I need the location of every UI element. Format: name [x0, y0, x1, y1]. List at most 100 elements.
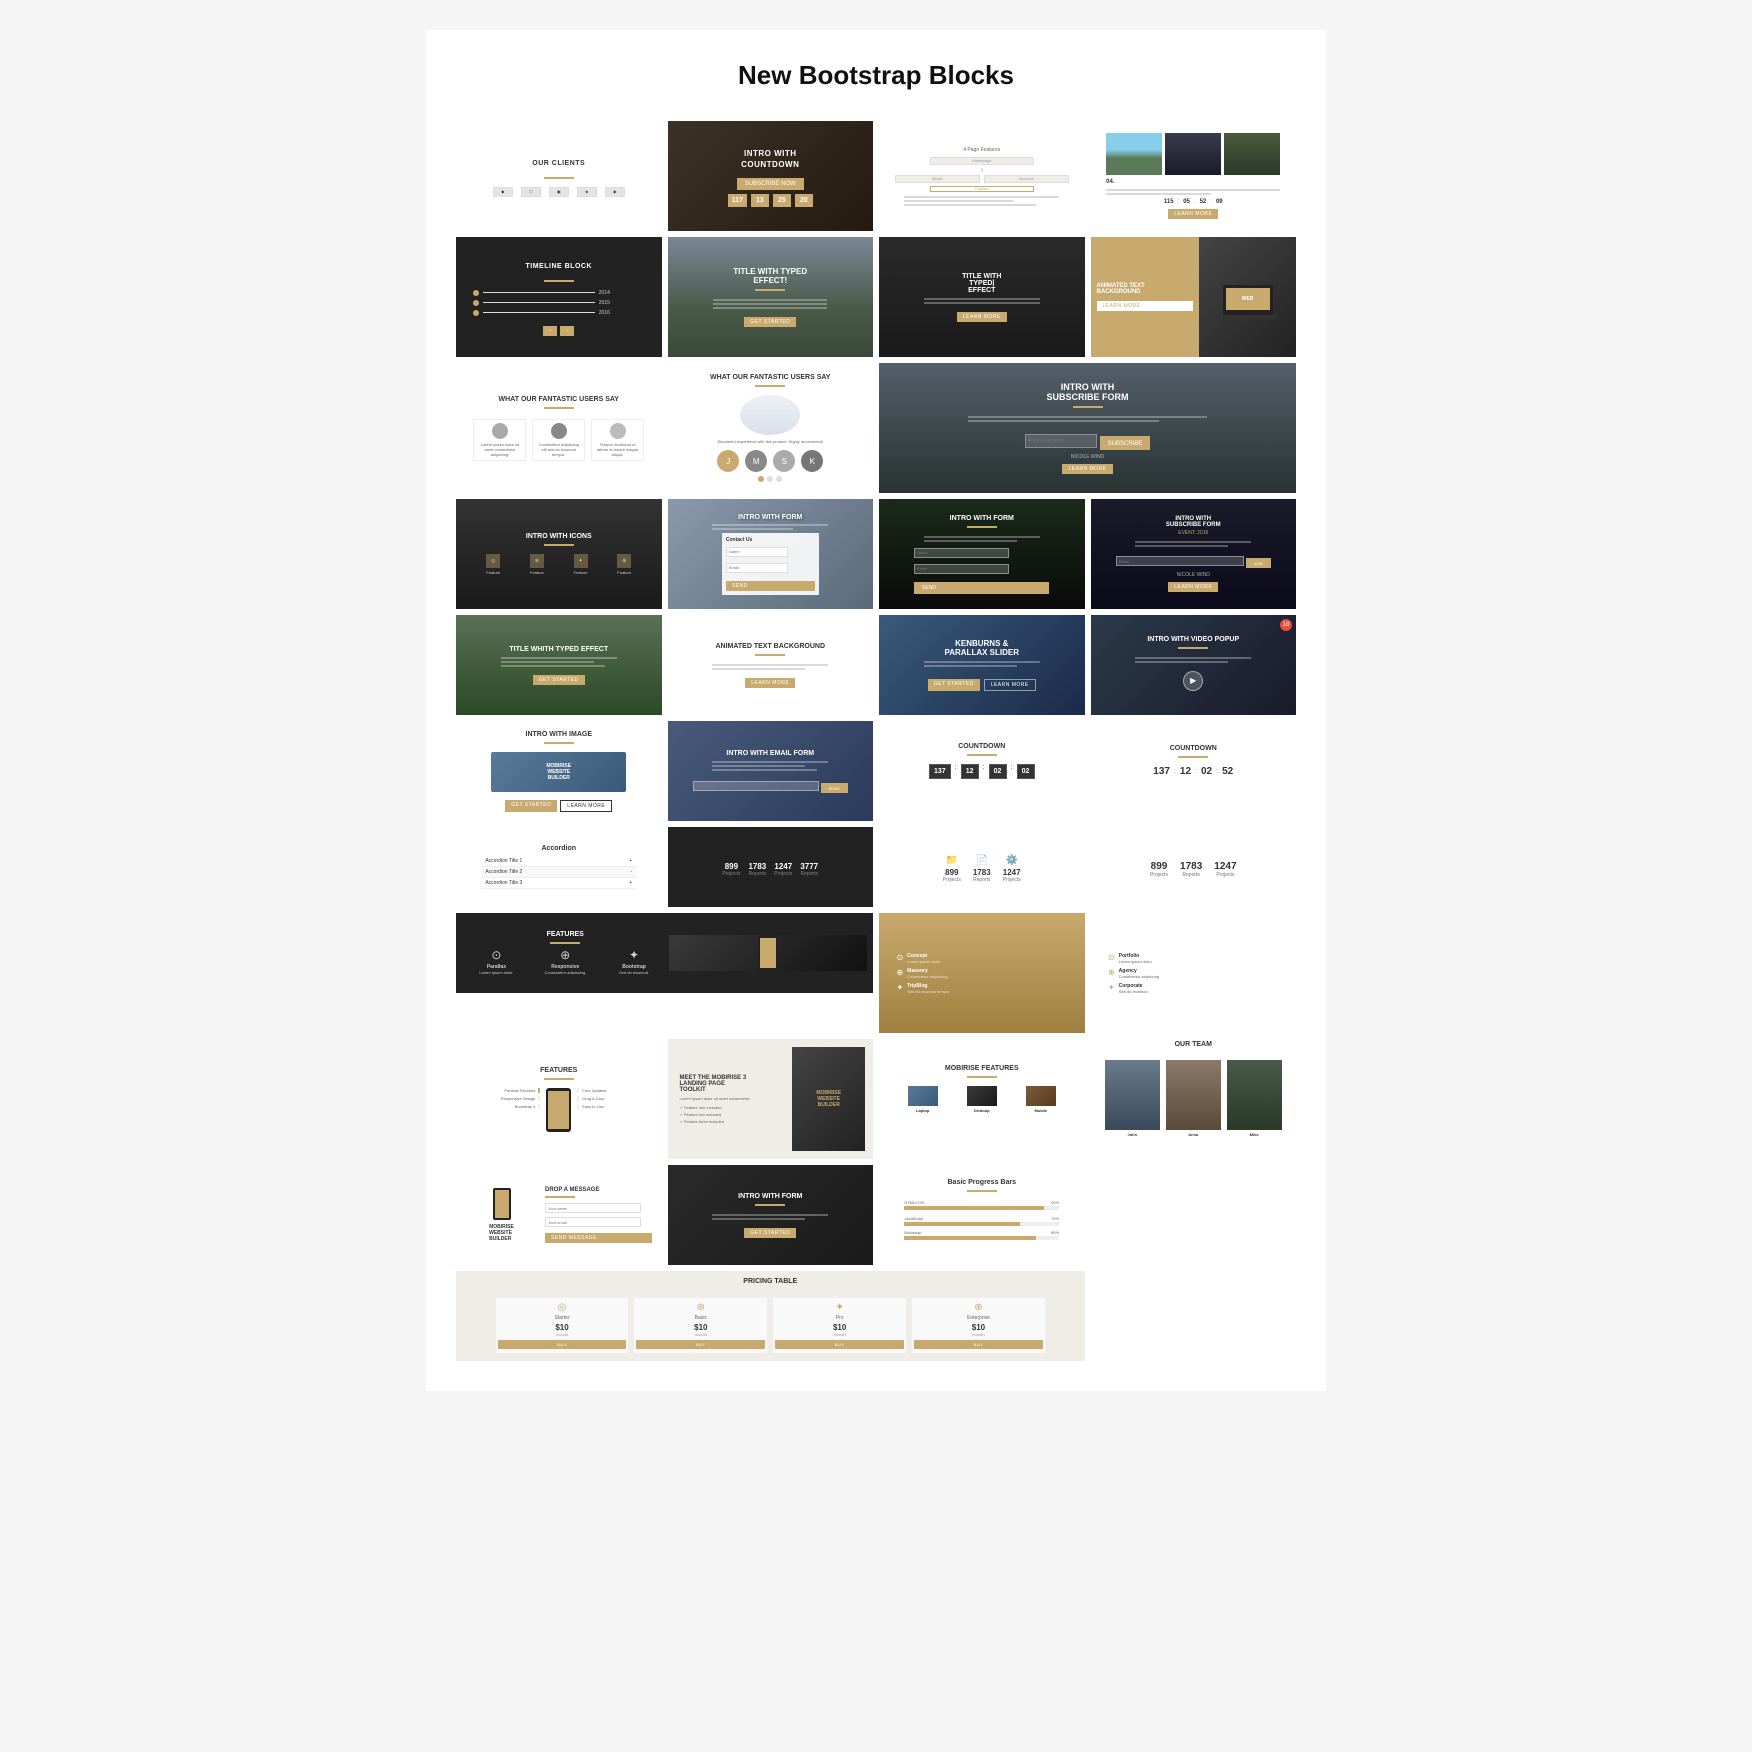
pricing-btn-2[interactable]: Buy [636, 1340, 765, 1349]
intro-image-btn-2[interactable]: LEARN MORE [560, 800, 612, 812]
stat-p-3: 1247 Projects [1214, 861, 1236, 878]
accordion-item-1[interactable]: Accordion Title 1 + [481, 856, 636, 867]
client-logo-3: ▣ [549, 187, 569, 197]
kenburns-btn-1[interactable]: GET STARTED [928, 679, 980, 691]
year-3: 2016 [599, 310, 610, 316]
block-intro-video[interactable]: INTRO WITH VIDEO POPUP ▶ 18 [1091, 615, 1297, 715]
kenburns-btns: GET STARTED LEARN MORE [928, 675, 1036, 691]
pricing-btn-1[interactable]: Buy [498, 1340, 627, 1349]
subscribe-dark-email[interactable] [1116, 556, 1244, 566]
awl-1 [712, 664, 828, 666]
dark-form-name[interactable] [914, 548, 1009, 558]
pricing-icon-4: ⊕ [914, 1302, 1043, 1313]
block-intro-icons[interactable]: INTRO WITH ICONS ◎ Feature ⊛ Feature ✦ F… [456, 499, 662, 609]
dark-form-btn[interactable]: SEND [914, 582, 1049, 594]
block-title-typed-forest[interactable]: TITLE WHITH TYPED EFFECT GET STARTED [456, 615, 662, 715]
stat-p-lbl3: Projects [1214, 872, 1236, 878]
block-title-typed-dark[interactable]: TITLE WITHTYPED|EFFECT LEARN MORE [879, 237, 1085, 357]
subscribe-form-row: SUBSCRIBE [1025, 432, 1151, 450]
stat-i-val1: 899 [943, 868, 961, 877]
countdown-hours: 13 [751, 194, 769, 207]
kenburns-btn-2[interactable]: LEARN MORE [984, 679, 1036, 691]
timeline-sep [544, 280, 574, 282]
timeline-btn-1[interactable]: › [543, 326, 557, 336]
sl-2 [968, 420, 1159, 422]
features-dark-title: FEATURES [466, 931, 665, 938]
block-flowchart: 4 Page Features Homepage About Services … [879, 121, 1085, 231]
kl-1 [924, 661, 1040, 663]
form-email-input[interactable] [726, 563, 788, 573]
subscribe-now-btn[interactable]: SUBSCRIBE NOW [737, 178, 804, 190]
tav-2: M [745, 450, 767, 472]
feature-col-1: ⊙ Parallax Lorem ipsum dolor. [466, 948, 527, 975]
form-submit-btn[interactable]: SEND [726, 581, 815, 591]
subscribe-dark-more-btn[interactable]: LEARN MORE [1168, 582, 1218, 592]
photo-grid-btn[interactable]: Learn More [1168, 209, 1218, 219]
typed-btn-1[interactable]: GET STARTED [744, 317, 796, 327]
email-form-input[interactable] [693, 781, 819, 791]
accordion-item-2[interactable]: Accordion Title 2 - [481, 867, 636, 878]
stat-i-val3: 1247 [1003, 868, 1021, 877]
subscribe-submit-btn[interactable]: SUBSCRIBE [1100, 436, 1151, 450]
block-intro-form-desk[interactable]: INTRO WITH FORM Contact Us SEND [668, 499, 874, 609]
typed-dark-btn[interactable]: LEARN MORE [957, 312, 1007, 322]
block-intro-countdown[interactable]: INTRO WITHCOUNTDOWN SUBSCRIBE NOW 117 13… [668, 121, 874, 231]
timeline-item-1: 2014 [473, 290, 609, 296]
block-intro-form-dark[interactable]: INTRO WITH FORM SEND [879, 499, 1085, 609]
drop-name-input[interactable] [545, 1203, 641, 1213]
stat-d-lbl4: Reports [800, 871, 818, 877]
subscribe-more-btn[interactable]: LEARN MORE [1062, 464, 1112, 474]
pricing-btn-4[interactable]: Buy [914, 1340, 1043, 1349]
video-play-btn[interactable]: ▶ [1183, 671, 1203, 691]
animated-btn[interactable]: LEARN MORE [1097, 301, 1194, 311]
users-say-left-title: WHAT OUR FANTASTIC USERS SAY [499, 396, 619, 403]
block-col-features-white: ⊙ Portfolio Lorem ipsum dolor ⊕ Agency C… [1091, 913, 1297, 1033]
white-icon-2: ⊕ [1108, 968, 1115, 977]
block-intro-subscribe-dark[interactable]: INTRO WITHSUBSCRIBE FORM EVENT: 2016 JOI… [1091, 499, 1297, 609]
icon-label-2: Feature [517, 570, 557, 575]
form-final-btn[interactable]: GET STARTED [744, 1228, 796, 1238]
stat-i-lbl3: Projects [1003, 877, 1021, 883]
block-intro-subscribe[interactable]: INTRO WITHSUBSCRIBE FORM SUBSCRIBE NICOL… [879, 363, 1296, 493]
countdown-minutes: 25 [773, 194, 791, 207]
block-kenburns[interactable]: KENBURNS &PARALLAX SLIDER GET STARTED LE… [879, 615, 1085, 715]
block-mobirise-features: MOBIRISE FEATURES Laptop Desktop [879, 1039, 1085, 1139]
stat-i-lbl2: Reports [973, 877, 991, 883]
fdkl-2 [924, 540, 1017, 542]
drop-email-input[interactable] [545, 1217, 641, 1227]
subscribe-dark-btn[interactable]: JOIN [1246, 558, 1271, 568]
drop-send-btn[interactable]: SEND MESSAGE [545, 1233, 652, 1243]
dot-1 [767, 476, 773, 482]
accordion-title: Accordion [541, 845, 576, 852]
accordion-item-3[interactable]: Accordion Title 3 + [481, 878, 636, 889]
pricing-btn-3[interactable]: Buy [775, 1340, 904, 1349]
mob-feat-name-2: Desktop [954, 1108, 1010, 1113]
block-title-typed[interactable]: TITLE WITH TYPEDEFFECT! GET STARTED [668, 237, 874, 357]
intro-subscribe-title: INTRO WITHSUBSCRIBE FORM [1046, 382, 1128, 402]
typed-forest-btn[interactable]: GET STARTED [533, 675, 585, 685]
intro-image-btn-1[interactable]: GET STARTED [505, 800, 557, 812]
form-name-input[interactable] [726, 547, 788, 557]
stat-icon-1: 📁 [943, 855, 961, 866]
animated-white-btn[interactable]: LEARN MORE [745, 678, 795, 688]
pricing-col-1: ◎ Starter $10 /month Buy [495, 1297, 630, 1354]
team-members: John Anna Mike [1105, 1060, 1282, 1137]
block-col-features-warm: ⊙ Concept Lorem ipsum dolor ⊕ Masonry Co… [879, 913, 1085, 1033]
email-form-btn[interactable]: SEND [821, 783, 848, 793]
dark-form-email[interactable] [914, 564, 1009, 574]
mob-feat-bg-1 [908, 1086, 938, 1106]
subscribe-sep [1073, 406, 1103, 408]
line-t3 [483, 312, 594, 313]
line-t1 [483, 292, 594, 293]
block-our-clients[interactable]: OUR CLIENTS ◆ ⬡ ▣ ◈ ◉ [456, 121, 662, 231]
team-member-3: Mike [1227, 1060, 1282, 1137]
meet-phone-container: MOBIRISEWEBSITEBUILDER [792, 1047, 865, 1151]
block-intro-form-final[interactable]: INTRO WITH FORM GET STARTED [668, 1165, 874, 1265]
subscribe-email-input[interactable] [1025, 434, 1097, 448]
timeline-btn-2[interactable]: › [560, 326, 574, 336]
block-intro-email[interactable]: INTRO WITH EMAIL FORM SEND [668, 721, 874, 821]
pricing-period-3: /month [775, 1332, 904, 1337]
cd2-m: 02 [1201, 766, 1212, 777]
white-feature-1: ⊙ Portfolio Lorem ipsum dolor [1108, 953, 1279, 964]
form-panel-title: Contact Us [726, 537, 815, 543]
